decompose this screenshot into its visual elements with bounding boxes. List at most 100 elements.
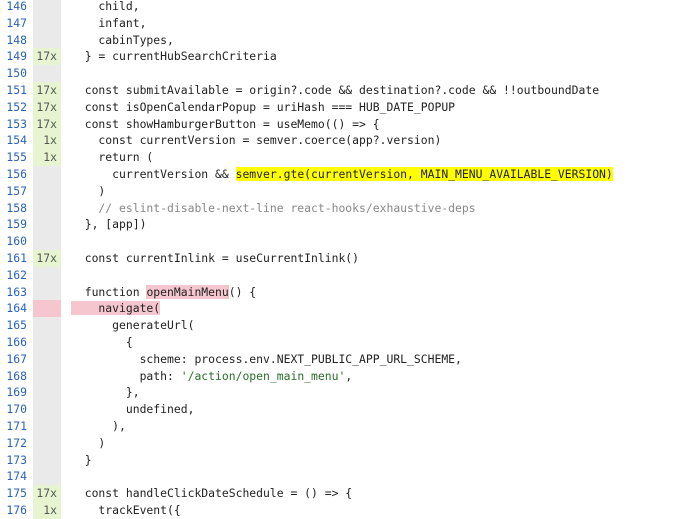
line-number[interactable]: 149 [0, 48, 33, 65]
line-number[interactable]: 165 [0, 317, 33, 334]
code-text: generateUrl( [71, 318, 195, 333]
line-number[interactable]: 156 [0, 166, 33, 183]
code-line: 148 cabinTypes, [0, 31, 690, 49]
line-number[interactable]: 171 [0, 418, 33, 435]
line-number[interactable]: 153 [0, 116, 33, 133]
code-text: function openMainMenu() { [71, 284, 257, 299]
code-text: ), [71, 418, 126, 433]
line-number[interactable]: 151 [0, 82, 33, 99]
line-number[interactable]: 170 [0, 401, 33, 418]
line-number[interactable]: 172 [0, 435, 33, 452]
line-number[interactable]: 159 [0, 216, 33, 233]
line-number[interactable]: 162 [0, 267, 33, 284]
line-number[interactable]: 152 [0, 99, 33, 116]
coverage-count [33, 14, 61, 32]
coverage-count [33, 31, 61, 49]
line-number[interactable]: 174 [0, 468, 33, 485]
line-number[interactable]: 158 [0, 200, 33, 217]
code-line: 147 infant, [0, 14, 690, 32]
code-line: 157 ) [0, 182, 690, 200]
code-line: 152 17x const isOpenCalendarPopup = uriHa… [0, 98, 690, 116]
code-line: 160 [0, 233, 690, 250]
code-text: ) [71, 183, 106, 198]
line-number[interactable]: 167 [0, 351, 33, 368]
line-number[interactable]: 168 [0, 368, 33, 385]
code-line: 176 1x trackEvent({ [0, 501, 690, 519]
code-line: 153 17x const showHamburgerButton = useMe… [0, 115, 690, 133]
line-number[interactable]: 176 [0, 502, 33, 519]
coverage-count: 1x [33, 149, 61, 166]
code-line: 154 1x const currentVersion = semver.coer… [0, 132, 690, 150]
uncovered-branch-highlight: semver.gte(currentVersion, MAIN_MENU_AVA… [235, 166, 613, 181]
line-number[interactable]: 155 [0, 149, 33, 166]
code-text: cabinTypes, [71, 32, 174, 47]
coverage-count [33, 384, 61, 402]
line-number[interactable]: 166 [0, 334, 33, 351]
code-line: 162 [0, 266, 690, 284]
line-number[interactable]: 173 [0, 452, 33, 469]
code-line: 164 navigate( [0, 300, 690, 318]
code-line: 151 17x const submitAvailable = origin?.c… [0, 81, 690, 99]
line-number[interactable]: 146 [0, 0, 33, 15]
code-text: undefined, [71, 402, 195, 417]
uncovered-function-highlight: openMainMenu [146, 284, 229, 299]
code-line: 163 function openMainMenu() { [0, 283, 690, 301]
code-line: 146 child, [0, 0, 690, 15]
coverage-count [33, 216, 61, 234]
code-line: 159 }, [app]) [0, 216, 690, 234]
code-line: 172 ) [0, 434, 690, 452]
code-text: const submitAvailable = origin?.code && … [71, 82, 600, 97]
code-text: child, [71, 0, 140, 13]
coverage-count [33, 333, 61, 351]
coverage-count [33, 451, 61, 469]
line-number[interactable]: 150 [0, 65, 33, 82]
coverage-count: 17x [33, 115, 61, 133]
coverage-count [33, 266, 61, 284]
line-number[interactable]: 175 [0, 485, 33, 502]
code-line: 168 path: '/action/open_main_menu', [0, 367, 690, 385]
line-number[interactable]: 157 [0, 183, 33, 200]
coverage-count [33, 182, 61, 200]
code-text: } [71, 452, 92, 467]
code-text: currentVersion && semver.gte(currentVers… [71, 166, 613, 181]
code-text: }, [71, 385, 140, 400]
code-line: 161 17x const currentInlink = useCurrentI… [0, 249, 690, 267]
line-number[interactable]: 154 [0, 132, 33, 149]
coverage-count [33, 317, 61, 334]
line-number[interactable]: 164 [0, 300, 33, 317]
code-text: scheme: process.env.NEXT_PUBLIC_APP_URL_… [71, 351, 462, 366]
code-line: 171 ), [0, 417, 690, 435]
coverage-count [33, 300, 61, 318]
code-text: trackEvent({ [71, 502, 181, 517]
code-line: 149 17x } = currentHubSearchCriteria [0, 48, 690, 66]
code-line: 158 // eslint-disable-next-line react-ho… [0, 199, 690, 217]
code-text: }, [app]) [71, 217, 147, 232]
code-line: 150 [0, 65, 690, 82]
coverage-count [33, 283, 61, 301]
code-text: navigate( [71, 301, 161, 316]
code-text: const currentVersion = semver.coerce(app… [71, 133, 442, 148]
coverage-count [33, 367, 61, 385]
line-number[interactable]: 148 [0, 32, 33, 49]
line-number[interactable]: 161 [0, 250, 33, 267]
code-line: 155 1x return ( [0, 149, 690, 166]
line-number[interactable]: 163 [0, 284, 33, 301]
coverage-count: 17x [33, 485, 61, 502]
code-text: path: '/action/open_main_menu', [71, 368, 353, 383]
code-line: 167 scheme: process.env.NEXT_PUBLIC_APP_… [0, 350, 690, 368]
line-number[interactable]: 169 [0, 384, 33, 401]
code-line: 165 generateUrl( [0, 317, 690, 334]
coverage-count [33, 65, 61, 82]
coverage-count: 17x [33, 81, 61, 99]
line-number[interactable]: 160 [0, 233, 33, 250]
coverage-count: 17x [33, 98, 61, 116]
coverage-count [33, 233, 61, 250]
line-number[interactable]: 147 [0, 15, 33, 32]
code-line: 156 currentVersion && semver.gte(current… [0, 165, 690, 183]
code-text: ) [71, 435, 106, 450]
coverage-count [33, 199, 61, 217]
